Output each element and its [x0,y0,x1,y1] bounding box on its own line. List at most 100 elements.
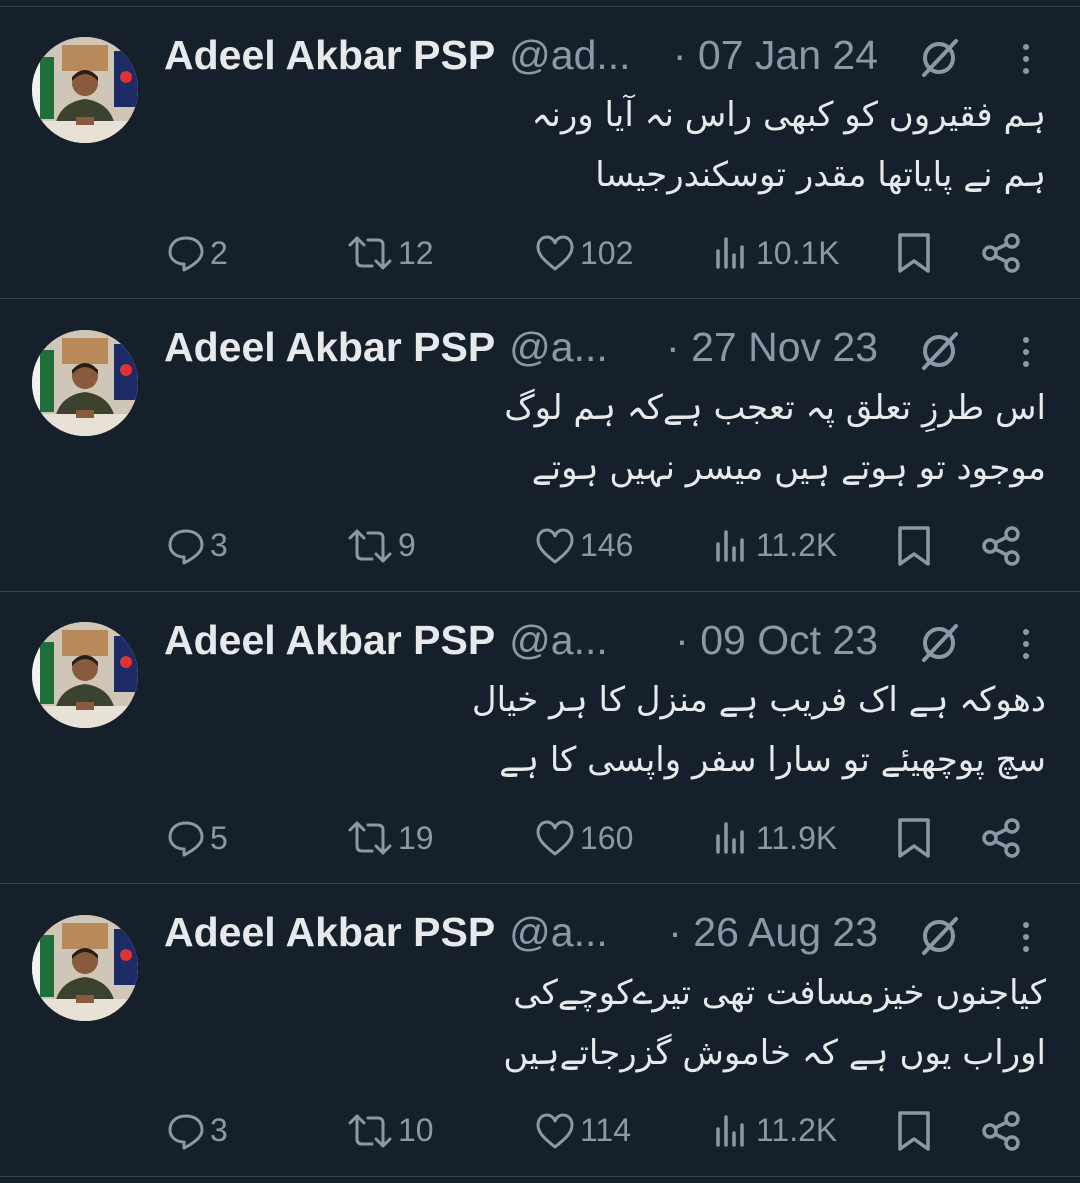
reply-button[interactable]: 2 [166,223,228,283]
reply-button[interactable]: 3 [166,1101,228,1161]
tweet-actions: 3 10 114 11.2K [0,1101,1080,1161]
tweet-actions: 5 19 160 11.9K [0,808,1080,868]
tweet-text: اس طرزِ تعلق پہ تعجب ہےکہ ہم لوگ موجود ت… [286,378,1046,498]
grok-icon[interactable] [916,328,962,374]
like-count: 114 [580,1112,632,1148]
views-button[interactable]: 10.1K [712,223,840,283]
like-icon [536,235,574,271]
tweet-text: دھوکہ ہے اک فریب ہے منزل کا ہر خیال سچ پ… [286,670,1046,790]
share-button[interactable] [980,516,1024,576]
avatar[interactable] [32,914,138,1021]
tweet-date[interactable]: · 27 Nov 23 [666,324,878,371]
grok-icon[interactable] [916,35,962,81]
like-count: 102 [580,234,634,271]
share-button[interactable] [980,1101,1024,1161]
views-count: 11.2K [756,1112,838,1148]
avatar-image [32,622,138,728]
avatar-image [32,914,138,1021]
share-button[interactable] [980,808,1024,868]
tweet[interactable]: Adeel Akbar PSP @a... · 09 Oct 23 دھوکہ … [0,592,1080,884]
author-handle[interactable]: @a... [509,324,608,371]
retweet-button[interactable]: 19 [346,808,434,868]
like-button[interactable]: 160 [534,808,633,868]
tweet-date[interactable]: · 07 Jan 24 [673,32,878,79]
tweet[interactable]: Adeel Akbar PSP @a... · 26 Aug 23 کیاجنو… [0,885,1080,1177]
bookmark-icon [898,1110,930,1151]
tweet-line-2: ہم نے پایاتھا مقدر توسکندرجیسا [595,155,1046,195]
views-button[interactable]: 11.2K [712,516,837,576]
views-icon [716,237,744,269]
reply-icon [168,821,204,857]
retweet-icon [348,236,392,270]
retweet-count: 9 [398,527,416,563]
tweet-line-2: اوراب یوں ہے کہ خاموش گزرجاتےہیں [503,1032,1046,1073]
share-icon [982,525,1020,566]
tweet-line-1: اس طرزِ تعلق پہ تعجب ہےکہ ہم لوگ [504,387,1046,428]
tweet-date[interactable]: · 26 Aug 23 [668,909,878,956]
author-name[interactable]: Adeel Akbar PSP [164,909,495,956]
tweet-divider [0,1175,1080,1177]
author-name[interactable]: Adeel Akbar PSP [164,32,495,79]
author-handle[interactable]: @ad... [509,32,630,79]
views-button[interactable]: 11.2K [712,1101,837,1161]
tweet-line-1: ہم فقیروں کو کبھی راس نہ آیا ورنہ [531,95,1046,135]
share-icon [982,818,1020,858]
views-count: 11.9K [756,819,838,856]
more-icon[interactable] [1014,41,1038,81]
retweet-count: 10 [398,1112,434,1148]
grok-icon[interactable] [916,620,962,666]
grok-icon[interactable] [916,913,962,959]
more-icon[interactable] [1014,626,1038,666]
views-count: 11.2K [756,527,838,563]
bookmark-button[interactable] [894,223,934,283]
views-icon [716,529,744,562]
tweet-line-2: موجود تو ہوتے ہیں میسر نہیں ہوتے [531,447,1046,488]
retweet-button[interactable]: 10 [346,1101,434,1161]
views-icon [716,1114,744,1147]
like-button[interactable]: 102 [534,223,633,283]
bookmark-icon [898,818,930,858]
reply-icon [168,1114,204,1149]
retweet-icon [348,1114,392,1147]
more-icon[interactable] [1014,334,1038,374]
author-handle[interactable]: @a... [509,617,608,664]
views-icon [716,822,744,854]
tweet-date[interactable]: · 09 Oct 23 [675,617,878,664]
author-handle[interactable]: @a... [509,909,608,956]
like-count: 160 [580,819,634,856]
like-button[interactable]: 114 [534,1101,631,1161]
reply-icon [168,529,204,564]
author-name[interactable]: Adeel Akbar PSP [164,324,495,371]
tweet-text: ہم فقیروں کو کبھی راس نہ آیا ورنہ ہم نے … [286,85,1046,205]
reply-button[interactable]: 5 [166,808,228,868]
tweet-line-1: کیاجنوں خیزمسافت تھی تیرےکوچےکی [513,972,1046,1013]
reply-button[interactable]: 3 [166,516,228,576]
share-button[interactable] [980,223,1024,283]
views-button[interactable]: 11.9K [712,808,837,868]
avatar-image [32,329,138,436]
bookmark-button[interactable] [894,808,934,868]
avatar[interactable] [32,37,138,143]
retweet-icon [348,821,392,855]
reply-count: 3 [210,527,228,563]
share-icon [982,233,1020,273]
avatar[interactable] [32,622,138,728]
reply-count: 3 [210,1112,228,1148]
views-count: 10.1K [756,234,840,271]
bookmark-button[interactable] [894,1101,934,1161]
tweet-text: کیاجنوں خیزمسافت تھی تیرےکوچےکی اوراب یو… [286,963,1046,1083]
author-name[interactable]: Adeel Akbar PSP [164,617,495,664]
bookmark-button[interactable] [894,516,934,576]
retweet-button[interactable]: 9 [346,516,416,576]
tweet-line-1: دھوکہ ہے اک فریب ہے منزل کا ہر خیال [471,680,1046,720]
reply-icon [168,236,204,272]
tweet-actions: 3 9 146 11.2K [0,516,1080,576]
tweet[interactable]: Adeel Akbar PSP @ad... · 07 Jan 24 ہم فق… [0,7,1080,299]
retweet-button[interactable]: 12 [346,223,434,283]
more-icon[interactable] [1014,919,1038,959]
avatar[interactable] [32,329,138,436]
like-button[interactable]: 146 [534,516,633,576]
tweet[interactable]: Adeel Akbar PSP @a... · 27 Nov 23 اس طرز… [0,300,1080,592]
like-icon [536,820,574,856]
like-icon [536,528,574,563]
